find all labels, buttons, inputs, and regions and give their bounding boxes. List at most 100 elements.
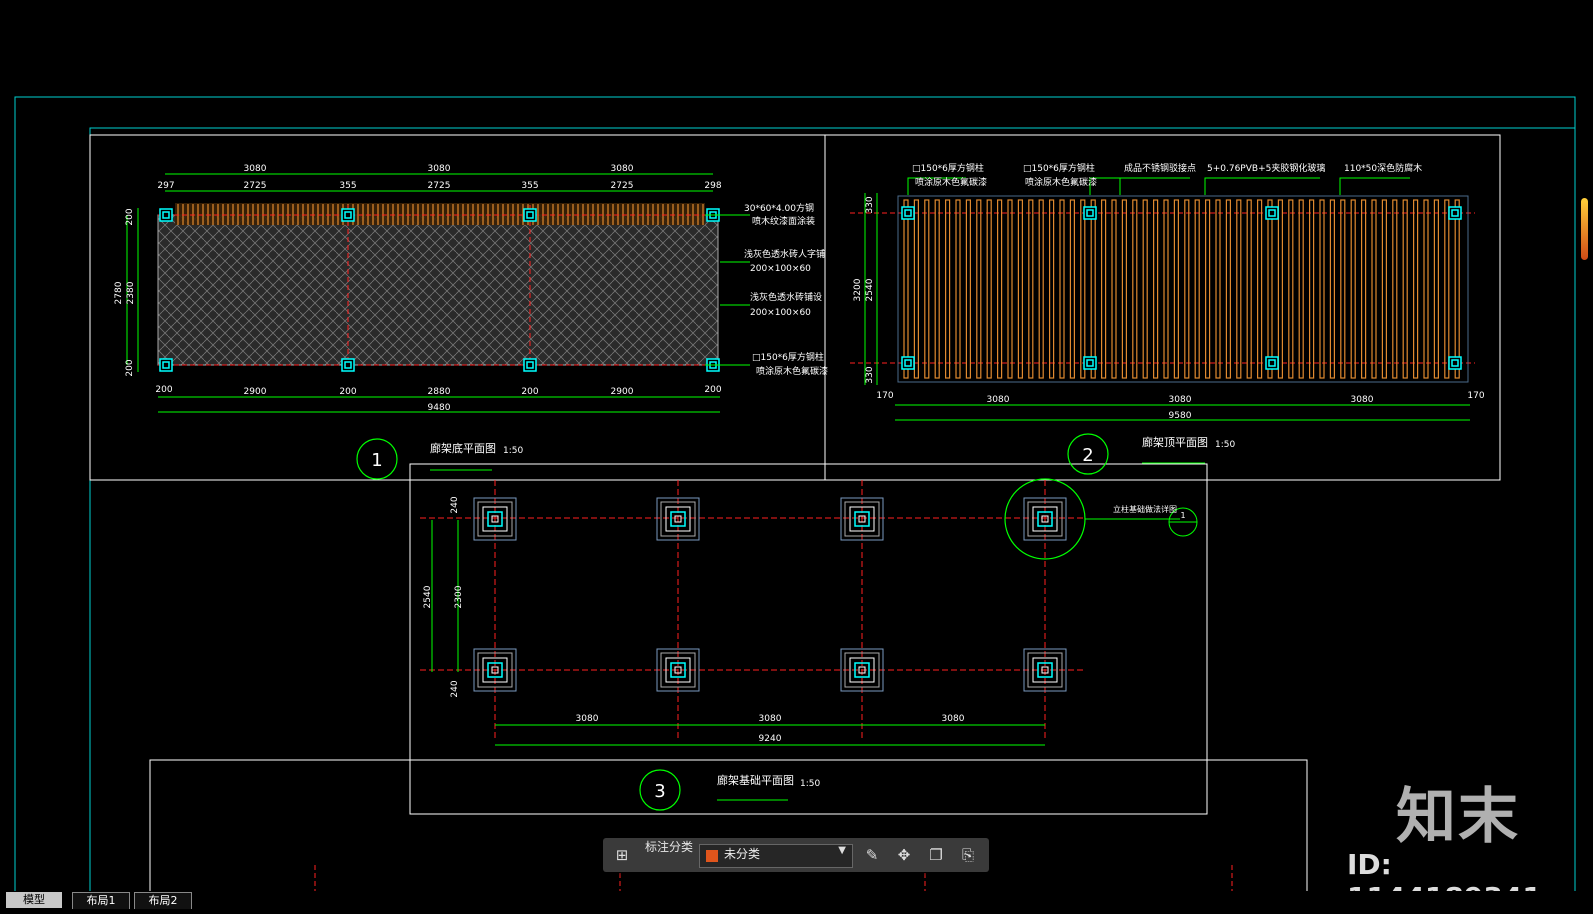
annotation-category-label: 标注分类 <box>645 840 694 854</box>
p2-left-dim: 2540 <box>865 278 875 301</box>
slat <box>1152 199 1159 379</box>
p1-note: □150*6厚方钢柱 <box>752 351 824 363</box>
p3-number: 3 <box>654 781 665 802</box>
slat <box>955 199 961 379</box>
p1-sub-dim: 297 <box>157 181 174 191</box>
slat <box>1402 199 1408 379</box>
slat <box>944 199 951 379</box>
slat <box>1277 199 1284 379</box>
slat <box>1121 199 1128 379</box>
p3-top-dim: 240 <box>450 496 460 513</box>
p1-bottom-dim: 2900 <box>611 387 634 397</box>
p3-left-dim: 2540 <box>423 585 433 608</box>
slat <box>913 199 920 379</box>
slat <box>1371 199 1377 379</box>
p1-sub-dim: 298 <box>704 181 721 191</box>
slat <box>1454 199 1460 379</box>
p1-sub-dim: 2725 <box>244 181 267 191</box>
p1-bottom-dim: 2880 <box>428 387 451 397</box>
p3-detail-num: 1 <box>1180 511 1185 520</box>
slat <box>1236 199 1242 379</box>
p3-title: 廊架基础平面图 <box>717 773 794 787</box>
p1-left-dim: 200 <box>125 359 135 376</box>
slat <box>1173 199 1180 379</box>
slat <box>1360 199 1367 379</box>
edit-icon[interactable]: ✎ <box>861 844 883 866</box>
p3-left-dim: 2300 <box>454 585 464 608</box>
tab-layout1[interactable]: 布局1 <box>72 892 130 909</box>
slat <box>903 199 909 379</box>
slat <box>1392 199 1398 379</box>
slat <box>1017 199 1024 379</box>
slat <box>1433 199 1440 379</box>
slat <box>1340 199 1346 379</box>
p1-left-dim: 2780 <box>114 281 124 304</box>
slat <box>934 199 940 379</box>
slat <box>1048 199 1055 379</box>
cad-drawing-canvas[interactable]: 3080 3080 3080 297 2725 355 2725 355 272… <box>0 0 1593 909</box>
p1-note: 200×100×60 <box>750 264 811 274</box>
p3-bottom-dim: 3080 <box>576 714 599 724</box>
p3-bottom-dim: 3080 <box>942 714 965 724</box>
grid-icon[interactable]: ⊞ <box>611 844 633 866</box>
p3-scale: 1:50 <box>800 779 820 789</box>
slat <box>1423 199 1429 379</box>
scroll-indicator[interactable] <box>1581 198 1588 260</box>
p1-title: 廊架底平面图 <box>430 441 496 455</box>
move-icon[interactable]: ✥ <box>893 844 915 866</box>
p2-left-dim: 3200 <box>853 278 863 301</box>
tab-layout2[interactable]: 布局2 <box>134 892 192 909</box>
slat <box>1381 199 1388 379</box>
slat <box>1246 199 1252 379</box>
p1-note: 30*60*4.00方钢 <box>744 202 814 214</box>
p2-bottom-dim: 170 <box>876 391 893 401</box>
paste-icon[interactable]: ⎘ <box>957 844 979 866</box>
slat <box>1142 199 1148 379</box>
p1-left-dim: 2380 <box>126 281 136 304</box>
category-color-swatch <box>706 850 718 862</box>
p2-left-dim: 330 <box>865 196 875 213</box>
tab-model[interactable]: 模型 <box>6 892 62 908</box>
slat <box>1329 199 1336 379</box>
slat <box>1100 199 1107 379</box>
p1-note: 浅灰色透水砖铺设 <box>750 291 822 303</box>
slat <box>1028 199 1034 379</box>
p2-note: 110*50深色防腐木 <box>1344 162 1422 174</box>
p2-scale: 1:50 <box>1215 440 1235 450</box>
p1-bottom-dim: 200 <box>704 385 721 395</box>
p2-bottom-dim: 170 <box>1467 391 1484 401</box>
p1-sub-dim: 355 <box>521 181 538 191</box>
chevron-down-icon[interactable]: ▼ <box>838 845 846 856</box>
slat <box>1288 199 1294 379</box>
copy-icon[interactable]: ❐ <box>925 844 947 866</box>
p2-left-dim: 330 <box>865 366 875 383</box>
category-select[interactable]: 未分类 ▼ <box>699 844 853 868</box>
slat <box>1350 199 1356 379</box>
viewport-3-frame <box>409 463 1208 815</box>
slat <box>1256 199 1263 379</box>
p1-note: 喷木纹漆面涂装 <box>752 215 815 227</box>
plan2-roof-plan: □150*6厚方钢柱 喷涂原木色氟碳漆 □150*6厚方钢柱 喷涂原木色氟碳漆 … <box>850 162 1485 475</box>
p3-detail-label: 立柱基础做法详图 <box>1113 504 1177 514</box>
category-select-value: 未分类 <box>724 847 761 861</box>
slat <box>1194 199 1200 379</box>
annotation-toolbar: ⊞ 标注分类 未分类 ▼ ✎ ✥ ❐ ⎘ <box>603 838 989 872</box>
slat <box>1069 199 1076 379</box>
slat <box>986 199 992 379</box>
slat <box>1412 199 1419 379</box>
slat <box>1225 199 1232 379</box>
slat <box>1111 199 1117 379</box>
p1-bottom-dim: 200 <box>155 385 172 395</box>
p2-note: 成品不锈钢驳接点 <box>1124 162 1196 174</box>
p1-note: 喷涂原木色氟碳漆 <box>756 365 828 377</box>
p2-bottom-dim: 3080 <box>1351 395 1374 405</box>
slat <box>1444 199 1450 379</box>
p2-note: 喷涂原木色氟碳漆 <box>1025 176 1097 188</box>
slat <box>996 199 1003 379</box>
p1-top-dim: 3080 <box>244 164 267 174</box>
slat <box>1267 199 1273 379</box>
p1-note: 200×100×60 <box>750 308 811 318</box>
slat <box>1132 199 1138 379</box>
p1-bottom-dim: 200 <box>339 387 356 397</box>
slat <box>1038 199 1044 379</box>
